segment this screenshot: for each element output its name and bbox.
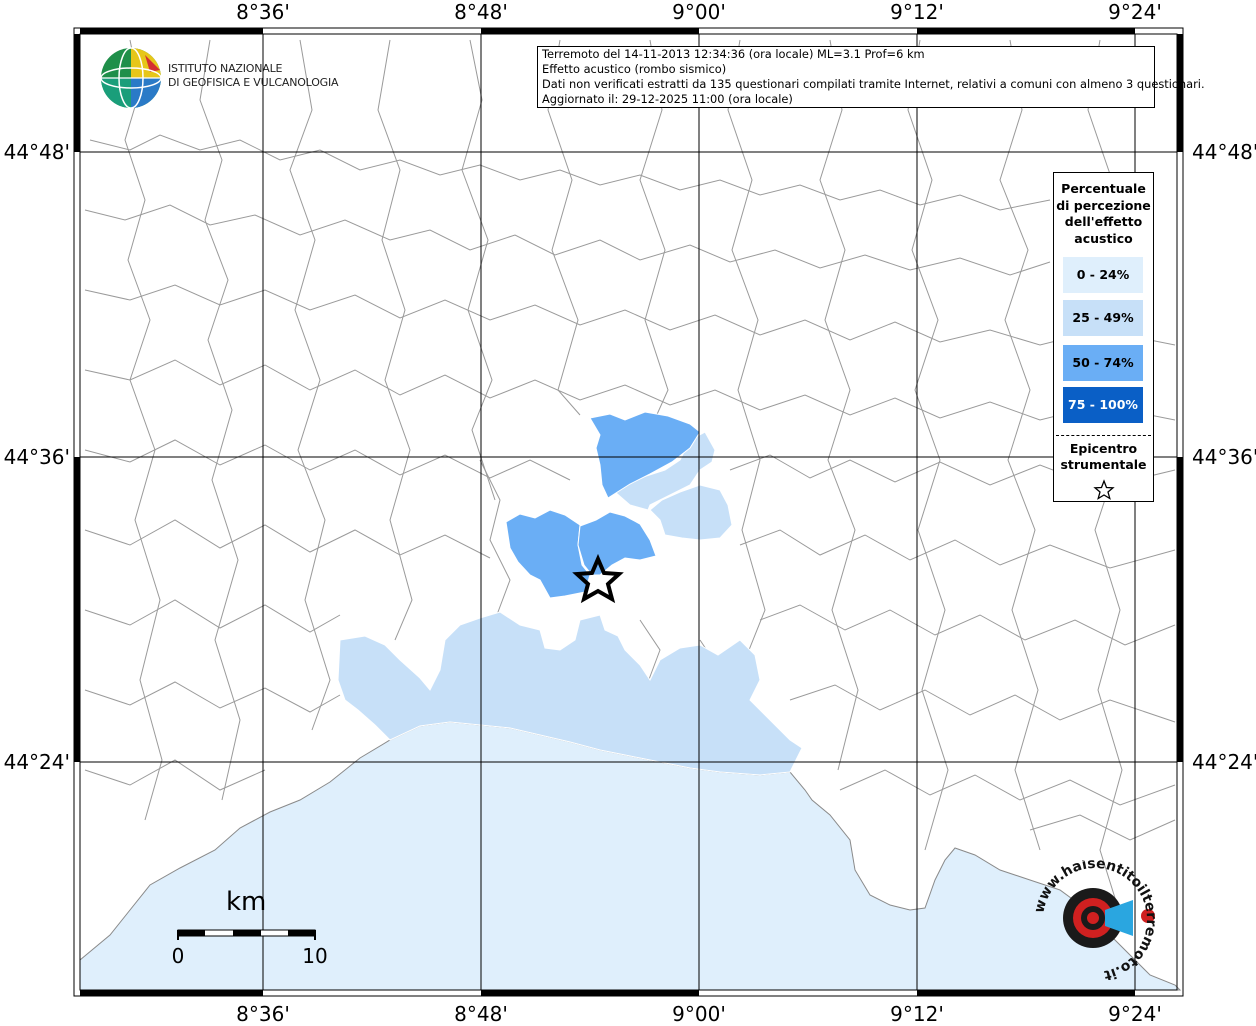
svg-text:www.haisentitoilterremoto.it: www.haisentitoilterremoto.it <box>1035 860 1155 980</box>
haisentito-ring-text: www.haisentitoilterremoto.it <box>1035 860 1155 980</box>
legend-class-1: 0 - 24% <box>1063 257 1143 293</box>
legend-star-outline-icon <box>1093 479 1115 500</box>
legend-epicenter-label: Epicentro strumentale <box>1060 441 1147 472</box>
lon-tick-top-3: 9°00' <box>672 0 726 24</box>
legend-class-4-label: 75 - 100% <box>1068 397 1138 412</box>
legend-class-4: 75 - 100% <box>1063 387 1143 423</box>
haisentito-ring-label: www.haisentitoilterremoto.it <box>1035 860 1155 980</box>
legend-box: Percentuale di percezione dell'effetto a… <box>1053 172 1154 502</box>
lon-tick-bottom-5: 9°24' <box>1108 1002 1162 1026</box>
lat-tick-right-1: 44°48' <box>1192 140 1256 164</box>
event-info-line3: Dati non verificati estratti da 135 ques… <box>542 77 1205 91</box>
lon-tick-top-5: 9°24' <box>1108 0 1162 24</box>
legend-class-2-label: 25 - 49% <box>1072 310 1134 325</box>
event-info-line1: Terremoto del 14-11-2013 12:34:36 (ora l… <box>542 47 925 61</box>
legend-class-3-label: 50 - 74% <box>1072 355 1134 370</box>
lon-tick-top-2: 8°48' <box>454 0 508 24</box>
lon-tick-bottom-1: 8°36' <box>236 1002 290 1026</box>
lon-tick-bottom-4: 9°12' <box>890 1002 944 1026</box>
scale-bar-end: 10 <box>302 944 328 968</box>
lat-tick-left-1: 44°48' <box>3 140 70 164</box>
lat-tick-right-2: 44°36' <box>1192 445 1256 469</box>
event-info-box: Terremoto del 14-11-2013 12:34:36 (ora l… <box>537 46 1205 108</box>
lon-tick-top-1: 8°36' <box>236 0 290 24</box>
scale-bar-unit: km <box>226 887 267 917</box>
legend-title: Percentuale di percezione dell'effetto a… <box>1056 181 1151 246</box>
legend-class-3: 50 - 74% <box>1063 345 1143 381</box>
event-info-line4: Aggiornato il: 29-12-2025 11:00 (ora loc… <box>542 92 793 106</box>
scale-bar-start: 0 <box>171 944 185 968</box>
lat-tick-left-2: 44°36' <box>3 445 70 469</box>
lon-tick-bottom-2: 8°48' <box>454 1002 508 1026</box>
ingv-logo-text: ISTITUTO NAZIONALE DI GEOFISICA E VULCAN… <box>168 62 339 90</box>
legend-class-1-label: 0 - 24% <box>1076 267 1130 282</box>
lon-tick-top-4: 9°12' <box>890 0 944 24</box>
map-figure: 8°36' 8°48' 9°00' 9°12' 9°24' 8°36' 8°48… <box>0 0 1256 1026</box>
lat-tick-right-3: 44°24' <box>1192 750 1256 774</box>
legend-separator <box>1056 435 1151 436</box>
ingv-globe-icon <box>100 47 162 109</box>
event-info-line2: Effetto acustico (rombo sismico) <box>542 62 727 76</box>
ingv-logo-line2: DI GEOFISICA E VULCANOLOGIA <box>168 76 339 89</box>
lat-tick-left-3: 44°24' <box>3 750 70 774</box>
legend-class-2: 25 - 49% <box>1063 300 1143 336</box>
ingv-logo-line1: ISTITUTO NAZIONALE <box>168 62 283 75</box>
lon-tick-bottom-3: 9°00' <box>672 1002 726 1026</box>
